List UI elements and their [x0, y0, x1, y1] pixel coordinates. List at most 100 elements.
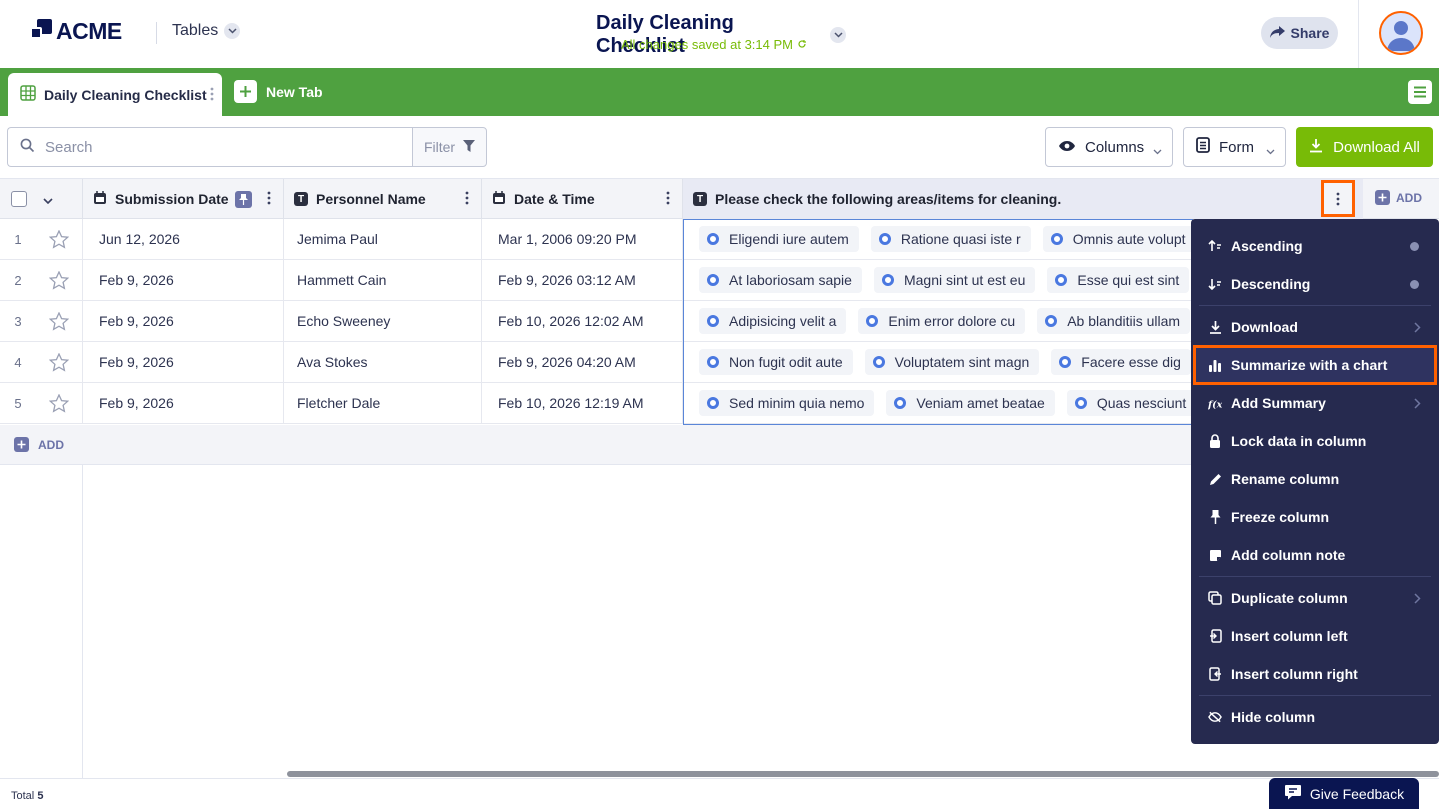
column-header-date-time[interactable]: Date & Time — [482, 179, 683, 219]
tables-menu-button[interactable]: Tables — [172, 22, 241, 40]
menu-item-add-summary[interactable]: f(x) Add Summary — [1191, 384, 1439, 422]
submission-date-cell[interactable]: Feb 9, 2026 — [83, 260, 284, 300]
date-time-cell[interactable]: Feb 10, 2026 12:02 AM — [482, 301, 683, 341]
date-time-cell[interactable]: Feb 9, 2026 03:12 AM — [482, 260, 683, 300]
radio-dot-icon — [707, 356, 719, 368]
select-options-chevron-icon[interactable] — [43, 191, 53, 207]
menu-item-label: Duplicate column — [1231, 590, 1348, 606]
personnel-name-cell[interactable]: Ava Stokes — [284, 342, 482, 382]
menu-item-add-column-note[interactable]: Add column note — [1191, 536, 1439, 574]
horizontal-scrollbar[interactable] — [287, 771, 1439, 777]
select-all-checkbox[interactable] — [11, 191, 27, 207]
column-options-icon[interactable] — [465, 191, 469, 208]
chevron-right-icon — [1414, 396, 1421, 412]
cleaning-items-cell[interactable]: Adipisicing velit a Enim error dolore cu… — [683, 301, 1191, 341]
column-header-cleaning-areas[interactable]: T Please check the following areas/items… — [683, 179, 1363, 219]
column-options-icon[interactable] — [267, 191, 271, 208]
column-header-personnel-name[interactable]: T Personnel Name — [284, 179, 482, 219]
download-icon — [1208, 320, 1222, 334]
menu-item-insert-column-right[interactable]: Insert column right — [1191, 655, 1439, 693]
download-all-label: Download All — [1333, 138, 1420, 156]
choice-chip: Magni sint ut est eu — [873, 267, 1036, 293]
plus-icon — [14, 437, 29, 452]
cleaning-items-cell[interactable]: At laboriosam sapie Magni sint ut est eu… — [683, 260, 1191, 300]
tab-options-icon[interactable] — [210, 87, 214, 104]
choice-chip: Facere esse dig — [1051, 349, 1191, 375]
date-time-cell[interactable]: Mar 1, 2006 09:20 PM — [482, 219, 683, 259]
menu-item-insert-column-left[interactable]: Insert column left — [1191, 617, 1439, 655]
chevron-down-icon — [1153, 142, 1162, 159]
menu-item-duplicate-column[interactable]: Duplicate column — [1191, 579, 1439, 617]
column-header-submission-date[interactable]: Submission Date — [83, 179, 284, 219]
chip-label: Veniam amet beatae — [916, 395, 1045, 411]
pinned-pin-icon[interactable] — [235, 191, 252, 208]
star-icon[interactable] — [36, 219, 83, 259]
columns-button[interactable]: Columns — [1045, 127, 1173, 167]
give-feedback-button[interactable]: Give Feedback — [1269, 778, 1419, 809]
cleaning-items-cell[interactable]: Non fugit odit aute Voluptatem sint magn… — [683, 342, 1191, 382]
personnel-name-cell[interactable]: Fletcher Dale — [284, 383, 482, 423]
date-time-cell[interactable]: Feb 10, 2026 12:19 AM — [482, 383, 683, 423]
star-icon[interactable] — [36, 260, 83, 300]
menu-item-download[interactable]: Download — [1191, 308, 1439, 346]
add-row-label: ADD — [38, 437, 64, 452]
radio-dot-icon — [878, 233, 891, 245]
new-tab-button[interactable]: New Tab — [234, 80, 323, 103]
title-chevron-down-icon[interactable] — [830, 27, 846, 43]
cleaning-items-cell[interactable]: Sed minim quia nemo Veniam amet beatae Q… — [683, 383, 1191, 423]
radio-dot-icon — [1059, 356, 1072, 368]
download-all-button[interactable]: Download All — [1296, 127, 1433, 167]
menu-item-freeze-column[interactable]: Freeze column — [1191, 498, 1439, 536]
personnel-name-cell[interactable]: Echo Sweeney — [284, 301, 482, 341]
acme-logo[interactable]: ACME — [28, 18, 122, 45]
user-icon — [1387, 21, 1415, 51]
choice-chip: Ab blanditiis ullam — [1037, 308, 1191, 334]
tab-label: Daily Cleaning Checklist — [44, 86, 207, 103]
menu-divider — [1199, 305, 1431, 306]
submission-date-cell[interactable]: Jun 12, 2026 — [83, 219, 284, 259]
table-grid-icon — [20, 85, 36, 104]
choice-chip: Esse qui est sint — [1047, 267, 1190, 293]
date-time-cell[interactable]: Feb 9, 2026 04:20 AM — [482, 342, 683, 382]
user-avatar[interactable] — [1379, 11, 1423, 55]
personnel-name-cell[interactable]: Jemima Paul — [284, 219, 482, 259]
bar-chart-icon — [1208, 359, 1222, 372]
column-title: Personnel Name — [316, 191, 426, 207]
menu-item-rename-column[interactable]: Rename column — [1191, 460, 1439, 498]
search-icon — [20, 138, 35, 157]
add-column-button[interactable]: ADD — [1375, 190, 1422, 205]
cleaning-items-cell[interactable]: Eligendi iure autem Ratione quasi iste r… — [683, 219, 1191, 259]
row-number: 5 — [14, 395, 22, 411]
submission-date-cell[interactable]: Feb 9, 2026 — [83, 342, 284, 382]
submission-date-cell[interactable]: Feb 9, 2026 — [83, 301, 284, 341]
menu-item-hide-column[interactable]: Hide column — [1191, 698, 1439, 736]
menu-item-descending[interactable]: Descending — [1191, 265, 1439, 303]
submission-date-cell[interactable]: Feb 9, 2026 — [83, 383, 284, 423]
star-icon[interactable] — [36, 342, 83, 382]
radio-dot-icon — [1045, 315, 1058, 327]
form-button[interactable]: Form — [1183, 127, 1286, 167]
save-status: All changes saved at 3:14 PM — [621, 37, 807, 52]
filter-button[interactable]: Filter — [412, 127, 487, 167]
column-title: Date & Time — [514, 191, 595, 207]
tab-daily-cleaning-checklist[interactable]: Daily Cleaning Checklist — [8, 73, 222, 116]
chip-label: Esse qui est sint — [1077, 272, 1180, 288]
column-options-icon[interactable] — [666, 191, 670, 208]
star-icon[interactable] — [36, 383, 83, 423]
search-input[interactable]: Search — [7, 127, 413, 167]
column-options-icon-highlighted[interactable] — [1321, 180, 1355, 217]
menu-item-lock-data[interactable]: Lock data in column — [1191, 422, 1439, 460]
hamburger-menu-icon[interactable] — [1408, 80, 1432, 104]
share-button[interactable]: Share — [1261, 17, 1338, 49]
feedback-chat-icon — [1284, 784, 1302, 803]
row-number: 1 — [14, 231, 22, 247]
menu-item-ascending[interactable]: Ascending — [1191, 227, 1439, 265]
chip-label: Adipisicing velit a — [729, 313, 837, 329]
star-icon[interactable] — [36, 301, 83, 341]
refresh-icon — [797, 37, 807, 52]
duplicate-icon — [1208, 591, 1222, 605]
add-row-button[interactable]: ADD — [14, 437, 64, 452]
personnel-name-cell[interactable]: Hammett Cain — [284, 260, 482, 300]
menu-item-summarize-with-chart[interactable]: Summarize with a chart — [1193, 345, 1437, 385]
funnel-icon — [463, 139, 476, 155]
